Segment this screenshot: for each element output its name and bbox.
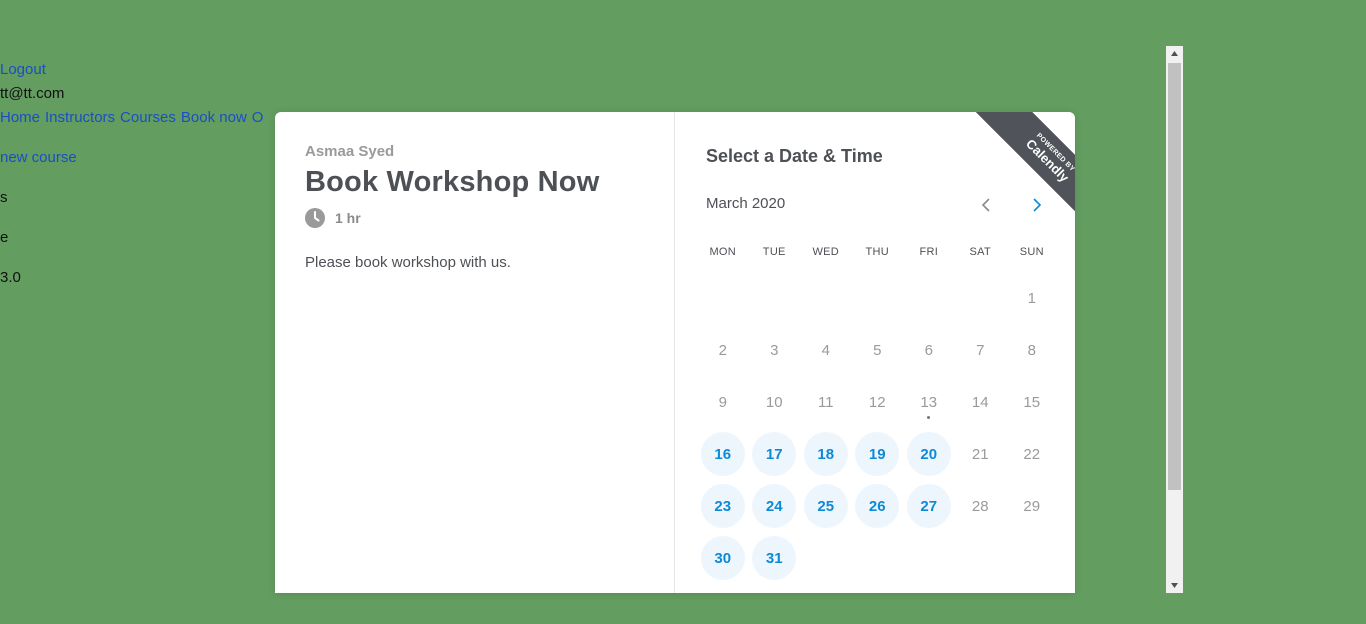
nav-instructors[interactable]: Instructors [45, 109, 115, 126]
calendar-day-12: 12 [868, 393, 886, 411]
calendar-day-25[interactable]: 25 [803, 484, 848, 528]
calendar-day-29: 29 [1023, 497, 1041, 515]
calendar-day-16[interactable]: 16 [700, 432, 745, 476]
calendar-day-9: 9 [718, 393, 727, 411]
calendar-day-8: 8 [1027, 341, 1036, 359]
calendar-week: 1 [697, 272, 1058, 324]
clock-icon [305, 208, 325, 228]
calendar-week: 2 3 4 5 6 7 8 [697, 324, 1058, 376]
content-line-e: e [0, 229, 9, 246]
calendar-day-2: 2 [718, 341, 727, 359]
nav-other[interactable]: O [252, 109, 264, 126]
calendar-day-22: 22 [1023, 445, 1041, 463]
calendar-day-3: 3 [770, 341, 779, 359]
weekday-tue: TUE [762, 246, 786, 258]
calendar-week: 23 24 25 26 27 28 29 [697, 480, 1058, 532]
calendar-day-5: 5 [873, 341, 882, 359]
weekday-sun: SUN [1019, 246, 1044, 258]
calendar-day-21: 21 [971, 445, 989, 463]
calendar-day-6: 6 [924, 341, 933, 359]
scheduling-modal: Asmaa Syed Book Workshop Now 1 hr Please… [275, 112, 1075, 593]
calendar-day-24[interactable]: 24 [752, 484, 797, 528]
calendar-day-7: 7 [976, 341, 985, 359]
weekday-thu: THU [865, 246, 889, 258]
calendar-grid: 1 2 3 4 5 6 7 8 9 10 11 12 13 14 15 16 17 18 19 20 21 22 23 24 2… [697, 272, 1058, 584]
powered-by-calendly-ribbon[interactable]: POWERED BY Calendly [969, 112, 1075, 218]
nav-home[interactable]: Home [0, 109, 40, 126]
content-line-value: 3.0 [0, 269, 21, 286]
nav-courses[interactable]: Courses [120, 109, 176, 126]
scroll-thumb[interactable] [1168, 63, 1181, 490]
scroll-up-button[interactable] [1166, 46, 1183, 61]
nav-book-now[interactable]: Book now [181, 109, 247, 126]
calendar-day-4: 4 [821, 341, 830, 359]
calendar-day-28: 28 [971, 497, 989, 515]
event-description: Please book workshop with us. [305, 254, 511, 271]
calendar-day-10: 10 [765, 393, 783, 411]
weekday-header: MON TUE WED THU FRI SAT SUN [697, 246, 1058, 258]
event-duration: 1 hr [305, 208, 361, 228]
weekday-fri: FRI [919, 246, 939, 258]
calendar-week: 16 17 18 19 20 21 22 [697, 428, 1058, 480]
calendar-day-15: 15 [1023, 393, 1041, 411]
arrow-up-icon [1171, 51, 1178, 56]
calendar-day-11: 11 [817, 393, 834, 411]
calendar-day-20[interactable]: 20 [906, 432, 951, 476]
ribbon-band: POWERED BY Calendly [975, 112, 1075, 218]
content-line-s: s [0, 189, 8, 206]
calendar-day-14: 14 [971, 393, 989, 411]
calendar-day-27[interactable]: 27 [906, 484, 951, 528]
new-course-link[interactable]: new course [0, 146, 77, 170]
calendar-week: 30 31 [697, 532, 1058, 584]
month-label: March 2020 [706, 195, 786, 212]
select-date-title: Select a Date & Time [706, 146, 883, 166]
calendar-day-18[interactable]: 18 [803, 432, 848, 476]
calendar-day-13: 13 [907, 380, 951, 424]
duration-label: 1 hr [335, 210, 361, 226]
organizer-name: Asmaa Syed [305, 143, 395, 160]
event-title: Book Workshop Now [305, 166, 600, 198]
modal-scrollbar[interactable] [1166, 46, 1183, 593]
scroll-down-button[interactable] [1166, 578, 1183, 593]
weekday-sat: SAT [969, 246, 991, 258]
weekday-wed: WED [812, 246, 840, 258]
calendar-day-17[interactable]: 17 [752, 432, 797, 476]
calendar-week: 9 10 11 12 13 14 15 [697, 376, 1058, 428]
logout-link[interactable]: Logout [0, 58, 46, 82]
calendar-day-19[interactable]: 19 [855, 432, 900, 476]
calendar-day-1: 1 [1027, 289, 1036, 307]
calendar-day-23[interactable]: 23 [700, 484, 745, 528]
event-details-pane: Asmaa Syed Book Workshop Now 1 hr Please… [275, 112, 675, 593]
calendar-day-31[interactable]: 31 [752, 536, 797, 580]
arrow-down-icon [1171, 583, 1178, 588]
calendar-day-26[interactable]: 26 [855, 484, 900, 528]
user-email: tt@tt.com [0, 85, 65, 102]
calendar-day-30[interactable]: 30 [700, 536, 745, 580]
main-nav: Home Instructors Courses Book now O [0, 106, 268, 130]
weekday-mon: MON [709, 246, 737, 258]
